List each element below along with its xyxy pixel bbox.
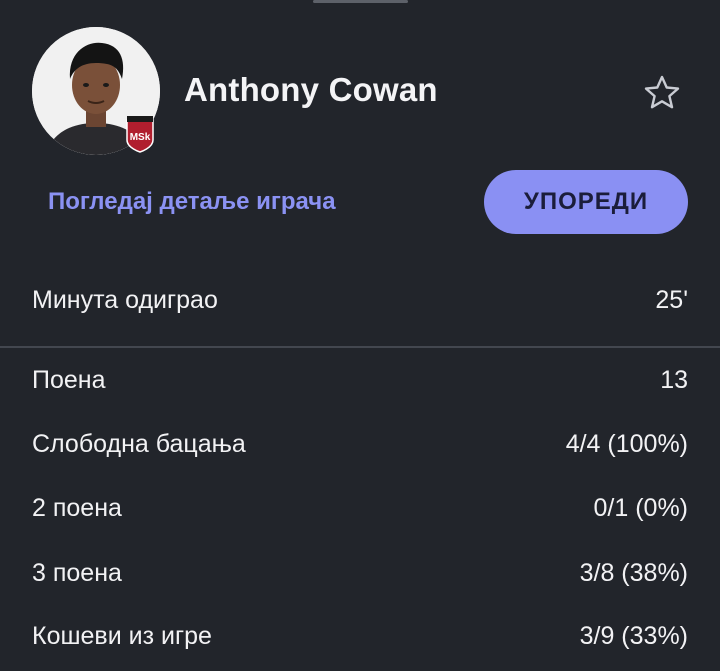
player-details-link[interactable]: Погледај детаље играча (48, 188, 336, 216)
stat-value: 13 (660, 365, 688, 394)
stat-row: Поена 13 (32, 362, 688, 398)
minutes-row: Минута одиграо 25' (32, 282, 688, 318)
stat-label: Слободна бацања (32, 429, 246, 458)
stat-label: Кошеви из игре (32, 621, 212, 650)
stat-label: 3 поена (32, 558, 122, 587)
stat-value: 0/1 (0%) (593, 493, 688, 522)
stat-label: Поена (32, 365, 106, 394)
compare-button[interactable]: УПОРЕДИ (484, 170, 688, 234)
player-header: MSk Anthony Cowan (32, 27, 688, 157)
minutes-label: Минута одиграо (32, 285, 218, 314)
player-avatar-wrap: MSk (32, 27, 160, 155)
sheet-drag-handle[interactable] (313, 0, 408, 3)
player-name: Anthony Cowan (184, 71, 438, 108)
stat-row: Кошеви из игре 3/9 (33%) (32, 618, 688, 654)
stat-value: 3/8 (38%) (579, 558, 688, 587)
stat-row: Слободна бацања 4/4 (100%) (32, 426, 688, 462)
team-badge-icon: MSk (123, 114, 157, 154)
stat-label: 2 поена (32, 493, 122, 522)
stat-value: 4/4 (100%) (565, 429, 688, 458)
stat-row: 3 поена 3/8 (38%) (32, 555, 688, 591)
team-badge-text: MSk (130, 132, 151, 143)
stat-row: 2 поена 0/1 (0%) (32, 490, 688, 526)
minutes-value: 25' (655, 285, 688, 314)
stat-value: 3/9 (33%) (579, 621, 688, 650)
star-outline-icon[interactable] (642, 73, 682, 113)
divider (0, 346, 720, 348)
